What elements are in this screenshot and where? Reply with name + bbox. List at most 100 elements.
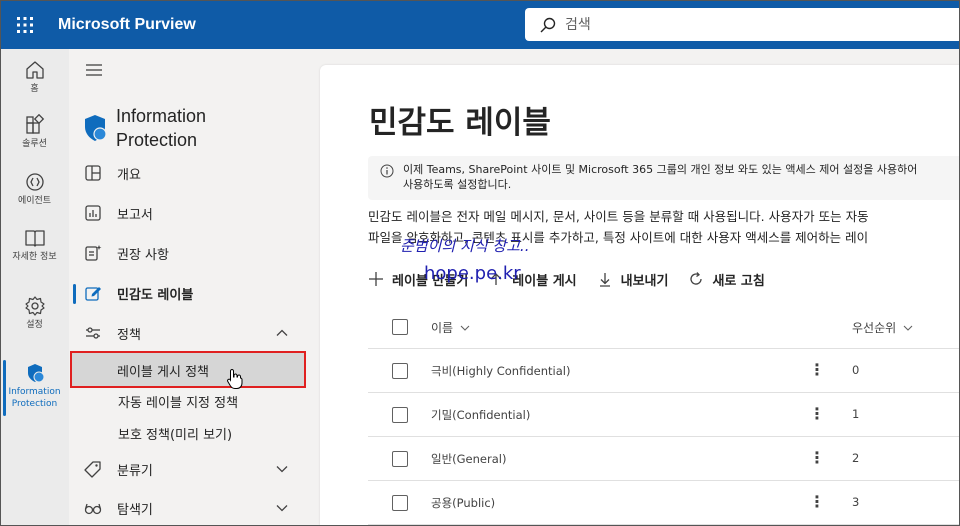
chevron-down-icon[interactable] xyxy=(275,462,289,476)
nav-subitem-auto-labeling-policy[interactable]: 자동 레이블 지정 정책 xyxy=(69,385,319,417)
nav-item-sensitivity-labels[interactable]: 민감도 레이블 xyxy=(69,274,319,312)
nav-item-label: 정책 xyxy=(117,327,141,343)
solutions-icon xyxy=(25,114,44,134)
overview-icon xyxy=(85,165,101,181)
export-text: 내보내기 xyxy=(620,273,669,289)
column-header-name[interactable]: 이름 xyxy=(431,319,471,336)
nav-item-label: 민감도 레이블 xyxy=(117,287,194,303)
nav-item-label: 보고서 xyxy=(117,207,153,223)
label-priority: 3 xyxy=(852,495,860,509)
nav-item-classifiers[interactable]: 분류기 xyxy=(69,450,319,488)
refresh-text: 새로 고침 xyxy=(712,273,765,289)
watermark-url: hope.pe.kr xyxy=(424,263,521,284)
table-row[interactable]: 일반(General) ⋮ 2 xyxy=(368,437,960,481)
rail-label: 자세한 정보 xyxy=(12,252,57,262)
nav-item-policies[interactable]: 정책 xyxy=(69,314,319,352)
chevron-down-icon[interactable] xyxy=(275,501,289,515)
label-priority: 1 xyxy=(852,407,860,421)
nav-title: Information Protection xyxy=(116,106,207,150)
export-button[interactable]: 내보내기 xyxy=(597,270,669,289)
nav-subitem-protection-policy[interactable]: 보호 정책(미리 보기) xyxy=(69,417,319,449)
content-card: 민감도 레이블 이제 Teams, SharePoint 사이트 및 Micro… xyxy=(320,65,960,526)
row-checkbox[interactable] xyxy=(392,451,408,467)
row-checkbox[interactable] xyxy=(392,495,408,511)
table-header-row: 이름 우선순위 xyxy=(368,305,960,349)
label-priority: 2 xyxy=(852,451,860,465)
rail-label: Information Protection xyxy=(8,387,61,409)
nav-pane: Information Protection 개요 보고서 권장 사항 민감도 … xyxy=(69,49,319,526)
nav-item-recommendations[interactable]: 권장 사항 xyxy=(69,234,319,272)
book-icon xyxy=(24,230,45,247)
rail-item-information-protection[interactable]: Information Protection xyxy=(0,362,69,410)
rail-item-solutions[interactable]: 솔루션 xyxy=(0,114,69,150)
hamburger-icon[interactable] xyxy=(85,61,103,79)
chevron-up-icon[interactable] xyxy=(275,326,289,340)
nav-item-explorers[interactable]: 탐색기 xyxy=(69,489,319,526)
rail-label: 홈 xyxy=(30,84,39,94)
more-options-icon[interactable]: ⋮ xyxy=(808,361,826,379)
search-box[interactable] xyxy=(525,8,960,41)
hand-cursor-icon xyxy=(227,368,243,389)
rail-item-settings[interactable]: 설정 xyxy=(0,295,69,331)
shield-icon xyxy=(27,364,44,383)
publish-label-text: 레이블 게시 xyxy=(512,273,577,289)
waffle-icon xyxy=(17,16,33,33)
download-icon xyxy=(599,273,610,287)
nav-subitem-label: 보호 정책(미리 보기) xyxy=(118,427,233,443)
plus-icon xyxy=(369,272,383,286)
report-icon xyxy=(85,205,101,221)
nav-item-overview[interactable]: 개요 xyxy=(69,154,319,192)
nav-item-label: 분류기 xyxy=(117,463,153,479)
column-header-text: 우선순위 xyxy=(852,321,897,335)
page-title: 민감도 레이블 xyxy=(369,105,551,141)
info-text: 이제 Teams, SharePoint 사이트 및 Microsoft 365… xyxy=(403,162,960,192)
rail-item-learn[interactable]: 자세한 정보 xyxy=(0,227,69,263)
nav-item-label: 개요 xyxy=(117,167,141,183)
search-icon xyxy=(540,17,556,32)
rail-label: 솔루션 xyxy=(22,139,47,149)
rail-item-agents[interactable]: 에이전트 xyxy=(0,171,69,207)
refresh-button[interactable]: 새로 고침 xyxy=(688,270,765,289)
more-options-icon[interactable]: ⋮ xyxy=(808,493,826,511)
nav-subitem-label: 레이블 게시 정책 xyxy=(117,365,209,380)
label-name[interactable]: 기밀(Confidential) xyxy=(431,407,530,423)
row-checkbox[interactable] xyxy=(392,407,408,423)
label-icon xyxy=(85,287,101,301)
search-input[interactable] xyxy=(565,16,945,33)
more-options-icon[interactable]: ⋮ xyxy=(808,449,826,467)
label-priority: 0 xyxy=(852,363,860,377)
info-icon xyxy=(380,164,394,178)
select-all-checkbox[interactable] xyxy=(392,319,408,335)
description-line: 민감도 레이블은 전자 메일 메시지, 문서, 사이트 등을 분류할 때 사용됩… xyxy=(368,209,869,224)
nav-item-label: 권장 사항 xyxy=(117,247,169,263)
table-row[interactable]: 기밀(Confidential) ⋮ 1 xyxy=(368,393,960,437)
policy-icon xyxy=(86,327,100,339)
table-row[interactable]: 공용(Public) ⋮ 3 xyxy=(368,481,960,525)
column-header-text: 이름 xyxy=(431,321,454,335)
info-line: 이제 Teams, SharePoint 사이트 및 Microsoft 365… xyxy=(403,163,918,176)
chevron-down-icon xyxy=(903,325,913,331)
gear-icon xyxy=(24,296,45,316)
label-name[interactable]: 일반(General) xyxy=(431,451,506,467)
label-name[interactable]: 극비(Highly Confidential) xyxy=(431,363,570,379)
agents-icon xyxy=(25,173,44,191)
highlighted-label-publishing-policy[interactable]: 레이블 게시 정책 xyxy=(70,351,306,388)
nav-item-reports[interactable]: 보고서 xyxy=(69,194,319,232)
nav-header: Information Protection xyxy=(80,104,246,152)
app-launcher-button[interactable] xyxy=(0,0,50,49)
rail-label: 설정 xyxy=(26,320,43,330)
rail-item-home[interactable]: 홈 xyxy=(0,59,69,95)
labels-table: 이름 우선순위 극비(Highly Confidential) ⋮ 0 기밀(C… xyxy=(368,305,960,525)
column-header-priority[interactable]: 우선순위 xyxy=(852,319,914,336)
app-rail: 홈 솔루션 에이전트 자세한 정보 설정 Information Protect… xyxy=(0,49,69,526)
label-name[interactable]: 공용(Public) xyxy=(431,495,495,511)
table-row[interactable]: 극비(Highly Confidential) ⋮ 0 xyxy=(368,349,960,393)
more-options-icon[interactable]: ⋮ xyxy=(808,405,826,423)
nav-subitem-label: 자동 레이블 지정 정책 xyxy=(118,395,239,411)
top-bar: Microsoft Purview xyxy=(0,0,960,49)
app-title[interactable]: Microsoft Purview xyxy=(58,16,196,34)
nav-item-label: 탐색기 xyxy=(117,502,153,518)
row-checkbox[interactable] xyxy=(392,363,408,379)
chevron-down-icon xyxy=(460,325,470,331)
recommendation-icon xyxy=(85,245,102,261)
